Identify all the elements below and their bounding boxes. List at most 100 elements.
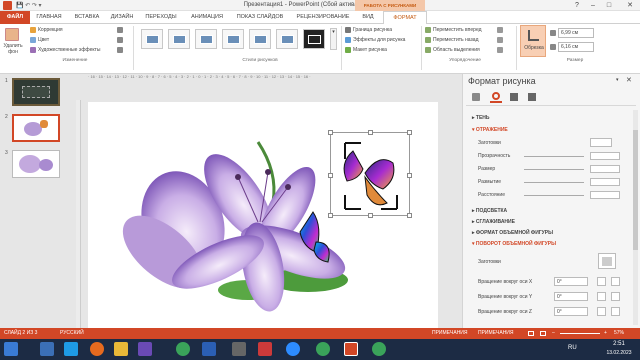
- resize-handle[interactable]: [368, 130, 373, 135]
- taskbar-app-icon[interactable]: [40, 342, 54, 356]
- blur-slider[interactable]: [524, 182, 584, 183]
- picture-effects-button[interactable]: Эффекты для рисунка: [353, 37, 405, 43]
- close-button[interactable]: ✕: [620, 0, 640, 11]
- align-icon[interactable]: [497, 27, 503, 33]
- taskbar-app-icon[interactable]: [232, 342, 246, 356]
- taskbar-app-icon[interactable]: [64, 342, 78, 356]
- comments-button[interactable]: ПРИМЕЧАНИЯ: [478, 328, 514, 339]
- taskbar-app-icon[interactable]: [258, 342, 272, 356]
- tab-transitions[interactable]: ПЕРЕХОДЫ: [144, 11, 178, 24]
- change-picture-icon[interactable]: [117, 37, 123, 43]
- chrome-icon[interactable]: [372, 342, 386, 356]
- send-backward-button[interactable]: Переместить назад: [433, 37, 479, 43]
- remove-background-icon[interactable]: [5, 28, 19, 41]
- slide-sorter-icon[interactable]: [540, 331, 546, 336]
- word-icon[interactable]: [202, 342, 216, 356]
- zoom-app-icon[interactable]: [286, 342, 300, 356]
- rotation-z-field[interactable]: 0°: [554, 307, 588, 316]
- rotate-x-right-button[interactable]: [611, 277, 620, 286]
- restore-button[interactable]: □: [602, 0, 616, 11]
- distance-spinner[interactable]: [590, 191, 620, 199]
- zoom-slider[interactable]: [560, 333, 600, 334]
- tab-home[interactable]: ГЛАВНАЯ: [34, 11, 64, 24]
- minimize-button[interactable]: –: [586, 0, 600, 11]
- picture-style-6[interactable]: [276, 29, 298, 49]
- tab-animation[interactable]: АНИМАЦИЯ: [186, 11, 228, 24]
- rotate-y-down-button[interactable]: [611, 292, 620, 301]
- selected-picture-frame[interactable]: [328, 130, 412, 218]
- distance-slider[interactable]: [524, 195, 584, 196]
- rotation-x-field[interactable]: 0°: [554, 277, 588, 286]
- rotate-icon[interactable]: [497, 47, 503, 53]
- rotate-z-right-button[interactable]: [611, 307, 620, 316]
- remove-background-button[interactable]: Удалить фон: [2, 43, 24, 55]
- clock-date[interactable]: 13.02.2023: [600, 350, 638, 356]
- effects-tab[interactable]: [490, 91, 502, 103]
- quick-access-icons[interactable]: 💾 ↶ ↷ ▾: [16, 2, 42, 9]
- rotate-x-left-button[interactable]: [597, 277, 606, 286]
- picture-style-1[interactable]: [141, 29, 163, 49]
- size-spinner[interactable]: [590, 165, 620, 173]
- width-field[interactable]: 6,16 см: [558, 42, 594, 52]
- selection-pane-button[interactable]: Область выделения: [433, 47, 480, 53]
- rotate-z-left-button[interactable]: [597, 307, 606, 316]
- picture-style-2[interactable]: [168, 29, 190, 49]
- resize-handle[interactable]: [328, 213, 333, 218]
- tab-slideshow[interactable]: ПОКАЗ СЛАЙДОВ: [234, 11, 286, 24]
- picture-style-5[interactable]: [249, 29, 271, 49]
- resize-handle[interactable]: [328, 130, 333, 135]
- section-shadow[interactable]: ▸ ТЕНЬ: [472, 115, 490, 121]
- tab-view[interactable]: ВИД: [358, 11, 378, 24]
- resize-handle[interactable]: [407, 130, 412, 135]
- slide-thumbnail-3[interactable]: [12, 150, 60, 178]
- rotate-y-up-button[interactable]: [597, 292, 606, 301]
- compress-pictures-icon[interactable]: [117, 27, 123, 33]
- help-button[interactable]: ?: [570, 0, 584, 11]
- zoom-in-button[interactable]: +: [604, 328, 607, 339]
- picture-style-4[interactable]: [222, 29, 244, 49]
- section-reflection[interactable]: ▾ ОТРАЖЕНИЕ: [472, 127, 508, 133]
- blur-spinner[interactable]: [590, 178, 620, 186]
- picture-border-button[interactable]: Граница рисунка: [353, 27, 392, 33]
- language-indicator[interactable]: РУССКИЙ: [60, 328, 84, 339]
- resize-handle[interactable]: [407, 213, 412, 218]
- size-slider[interactable]: [524, 169, 584, 170]
- normal-view-icon[interactable]: [528, 331, 534, 336]
- pane-dropdown-icon[interactable]: ▾: [616, 77, 619, 83]
- start-button-icon[interactable]: [4, 342, 18, 356]
- transparency-slider[interactable]: [524, 156, 584, 157]
- tab-format[interactable]: ФОРМАТ: [383, 11, 427, 24]
- styles-more-button[interactable]: ▾: [330, 28, 337, 50]
- tab-file[interactable]: ФАЙЛ: [0, 11, 30, 24]
- artistic-effects-button[interactable]: Художественные эффекты: [38, 47, 100, 53]
- resize-handle[interactable]: [407, 173, 412, 178]
- section-3d-rotation[interactable]: ▾ ПОВОРОТ ОБЪЕМНОЙ ФИГУРЫ: [472, 241, 556, 247]
- explorer-icon[interactable]: [114, 342, 128, 356]
- pane-close-button[interactable]: ✕: [626, 76, 632, 84]
- slide-thumbnail-1[interactable]: [12, 78, 60, 106]
- group-objects-icon[interactable]: [497, 37, 503, 43]
- correction-button[interactable]: Коррекция: [38, 27, 63, 33]
- keyboard-language[interactable]: RU: [568, 345, 577, 351]
- crop-button[interactable]: Обрезка: [520, 25, 546, 57]
- tab-review[interactable]: РЕЦЕНЗИРОВАНИЕ: [292, 11, 354, 24]
- chrome-icon[interactable]: [316, 342, 330, 356]
- resize-handle[interactable]: [368, 213, 373, 218]
- rotation-y-field[interactable]: 0°: [554, 292, 588, 301]
- bring-forward-button[interactable]: Переместить вперед: [433, 27, 482, 33]
- tab-insert[interactable]: ВСТАВКА: [72, 11, 102, 24]
- slide-thumbnail-2[interactable]: [12, 114, 60, 142]
- picture-style-3[interactable]: [195, 29, 217, 49]
- reflection-presets-dropdown[interactable]: [590, 138, 612, 147]
- rotation-presets-dropdown[interactable]: [598, 253, 616, 269]
- size-properties-icon[interactable]: [510, 93, 518, 101]
- section-soft-edges[interactable]: ▸ СГЛАЖИВАНИЕ: [472, 219, 515, 225]
- tab-design[interactable]: ДИЗАЙН: [108, 11, 136, 24]
- picture-style-7[interactable]: [303, 29, 325, 49]
- height-field[interactable]: 6,99 см: [558, 28, 594, 38]
- section-3d-format[interactable]: ▸ ФОРМАТ ОБЪЕМНОЙ ФИГУРЫ: [472, 230, 553, 236]
- powerpoint-taskbar-icon[interactable]: [344, 342, 358, 356]
- notes-button[interactable]: ПРИМЕЧАНИЯ: [432, 328, 468, 339]
- zoom-out-button[interactable]: –: [552, 328, 555, 339]
- firefox-icon[interactable]: [90, 342, 104, 356]
